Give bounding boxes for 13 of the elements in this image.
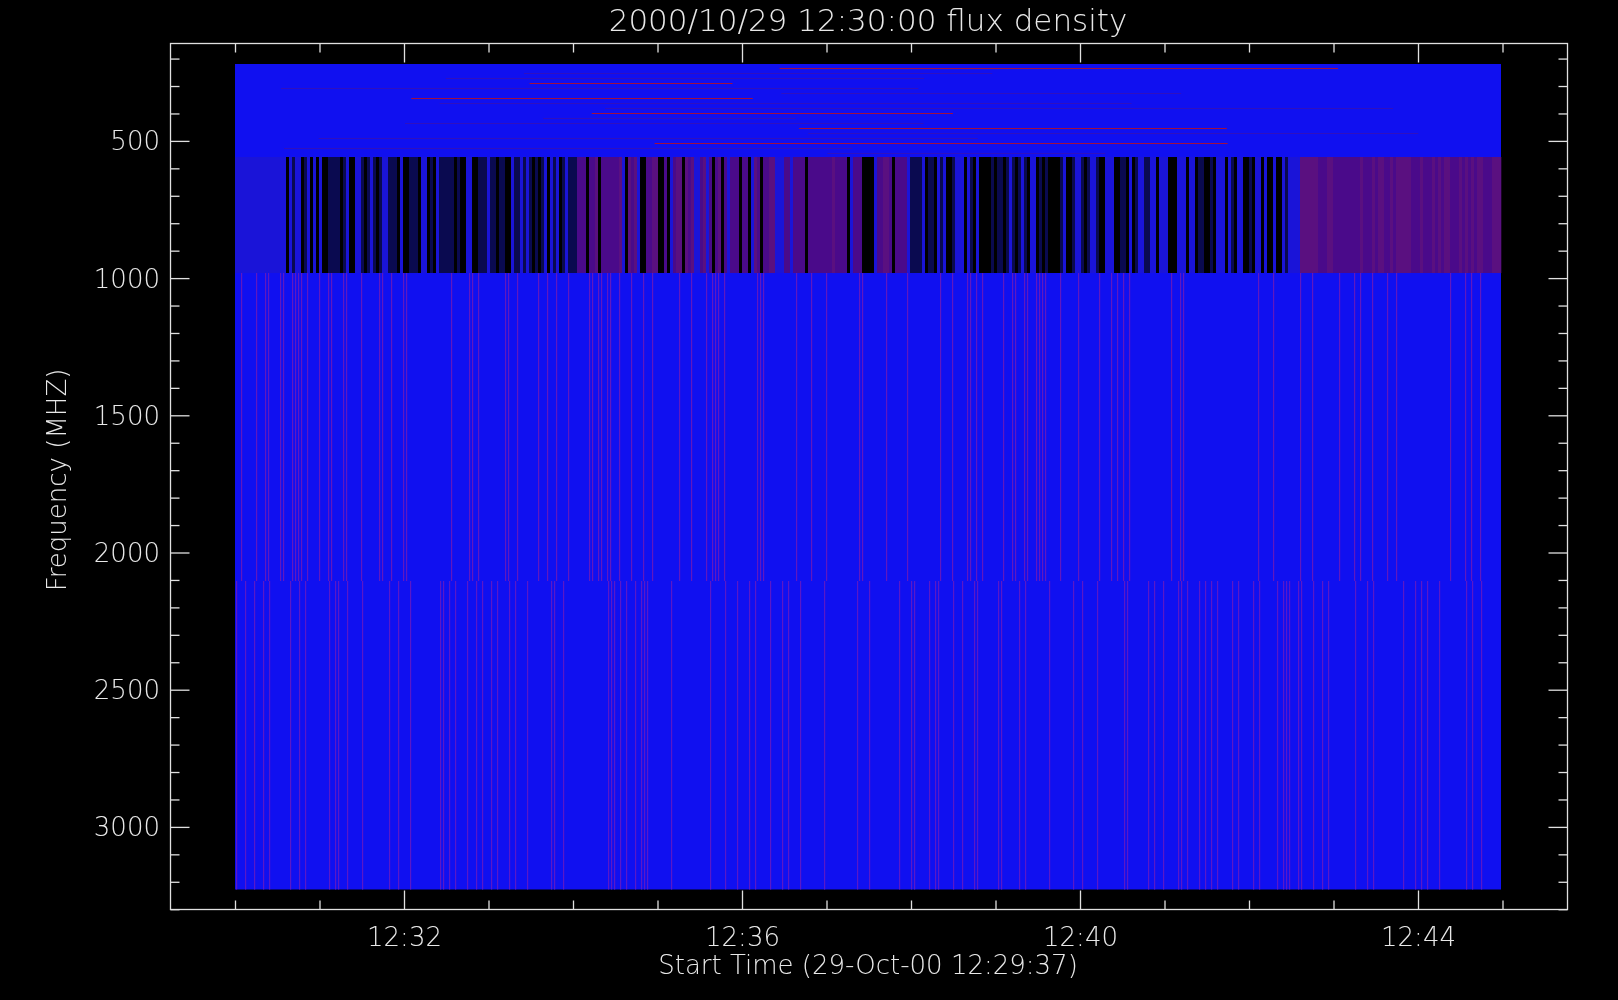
chart-title: 2000/10/29 12:30:00 flux density — [608, 2, 1128, 38]
y-tick-label: 1500 — [93, 400, 160, 431]
y-axis-label: Frequency (MHZ) — [42, 368, 72, 592]
y-tick-label: 1000 — [93, 263, 160, 294]
y-tick-label: 500 — [110, 126, 160, 157]
x-tick-label: 12:40 — [1043, 922, 1118, 952]
y-tick-label: 2500 — [93, 675, 160, 706]
x-tick-label: 12:36 — [705, 922, 780, 952]
y-tick-label: 3000 — [93, 812, 160, 843]
x-tick-label: 12:44 — [1381, 922, 1456, 952]
x-tick-label: 12:32 — [367, 922, 442, 952]
y-tick-label: 2000 — [93, 538, 160, 568]
x-axis-label: Start Time (29-Oct-00 12:29:37) — [658, 950, 1078, 980]
